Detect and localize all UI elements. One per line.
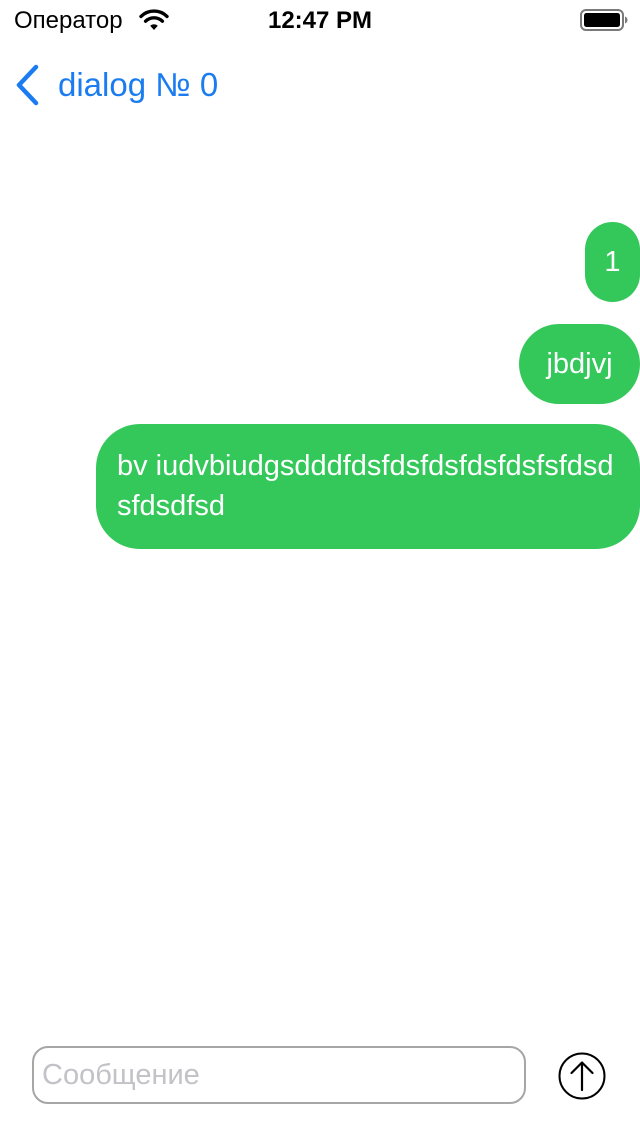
message-text: bv iudvbiudgsdddfdsfdsfdsfdsfdsfsfdsdsfd… — [117, 450, 614, 522]
message-bubble: 1 — [585, 222, 640, 302]
message-text: jbdjvj — [546, 348, 613, 380]
dialog-title: dialog № 0 — [58, 66, 219, 103]
chat-screen: Оператор 12:47 PM dialog № 0 1 jbdjvj bv… — [0, 0, 640, 1136]
composer-bar — [0, 1040, 640, 1120]
message-input[interactable] — [32, 1046, 526, 1104]
nav-bar: dialog № 0 — [0, 44, 640, 124]
chevron-left-icon — [16, 64, 39, 106]
battery-full-icon — [580, 9, 628, 31]
status-time: 12:47 PM — [267, 7, 373, 34]
arrow-up-circle-icon[interactable] — [558, 1052, 606, 1100]
message-list[interactable]: 1 jbdjvj bv iudvbiudgsdddfdsfdsfdsfdsfds… — [0, 124, 640, 1024]
message-bubble: bv iudvbiudgsdddfdsfdsfdsfdsfdsfsfdsdsfd… — [96, 424, 640, 549]
message-text: 1 — [604, 246, 621, 278]
back-button[interactable]: dialog № 0 — [14, 60, 218, 110]
message-bubble: jbdjvj — [519, 324, 640, 404]
status-bar: Оператор 12:47 PM — [0, 0, 640, 40]
